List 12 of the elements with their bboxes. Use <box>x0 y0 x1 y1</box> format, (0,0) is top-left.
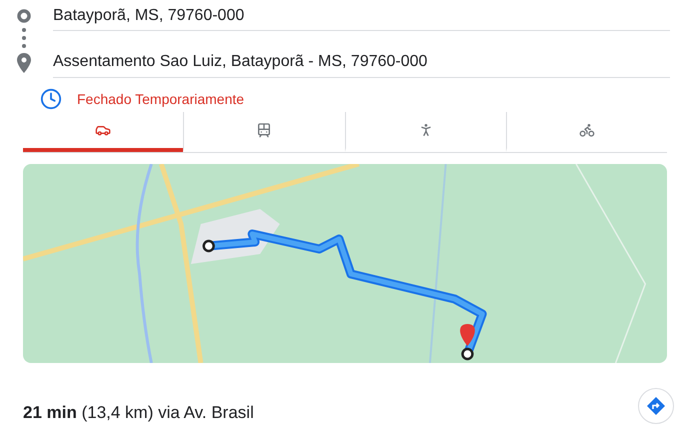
bicycle-icon <box>578 122 595 138</box>
pin-icon <box>17 53 31 73</box>
directions-button[interactable] <box>638 388 674 424</box>
dots-icon <box>22 27 26 49</box>
tram-icon <box>256 122 272 138</box>
origin-circle-icon <box>17 9 31 23</box>
origin-field[interactable]: Batayporã, MS, 79760-000 <box>53 0 670 31</box>
route-summary: 21 min (13,4 km) via Av. Brasil <box>23 402 254 424</box>
clock-icon <box>40 88 62 110</box>
destination-field[interactable]: Assentamento Sao Luiz, Batayporã - MS, 79760-000 <box>53 47 670 78</box>
turn-arrow-icon <box>646 396 666 416</box>
status-text: Fechado Temporariamente <box>77 90 244 109</box>
